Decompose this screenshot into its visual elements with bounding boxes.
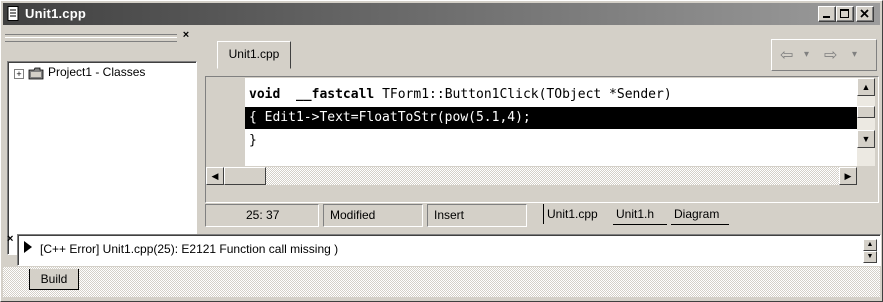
- spin-up-icon[interactable]: ▲: [863, 239, 877, 251]
- message-arrow-icon: [24, 241, 32, 253]
- insert-mode-indicator: Insert: [427, 204, 527, 227]
- maximize-button[interactable]: [836, 6, 854, 22]
- message-list[interactable]: [C++ Error] Unit1.cpp(25): E2121 Functio…: [17, 234, 881, 266]
- tab-unit1-cpp[interactable]: Unit1.cpp: [217, 41, 291, 69]
- cursor-position: 25: 37: [205, 204, 319, 227]
- tab-diagram-view[interactable]: Diagram: [671, 204, 729, 225]
- tab-background: [3, 267, 880, 297]
- scroll-thumb[interactable]: [857, 106, 875, 118]
- window-title: Unit1.cpp: [25, 6, 87, 21]
- tab-unit1-h-view[interactable]: Unit1.h: [613, 204, 667, 225]
- editor-window: Unit1.cpp × + Project1 - Classes Unit1.c…: [0, 0, 883, 302]
- modified-indicator: Modified: [323, 204, 423, 227]
- vertical-scrollbar[interactable]: ▲ ▼: [857, 78, 875, 166]
- back-arrow-icon[interactable]: ⇦: [780, 45, 793, 65]
- spin-down-icon[interactable]: ▼: [863, 251, 877, 263]
- navigation-buttons[interactable]: ⇦ ▾ ⇨ ▾: [771, 39, 877, 71]
- tab-build[interactable]: Build: [29, 269, 79, 290]
- code-line-2: { Edit1->Text=FloatToStr(pow(5.1,4);: [249, 110, 531, 125]
- back-dropdown-icon[interactable]: ▾: [804, 49, 809, 60]
- code-editor: void __fastcall TForm1::Button1Click(TOb…: [205, 76, 879, 203]
- scroll-down-icon[interactable]: ▼: [857, 130, 875, 148]
- message-panel-close-icon[interactable]: ×: [7, 233, 13, 245]
- close-icon: [860, 9, 869, 18]
- minimize-button[interactable]: [818, 6, 836, 22]
- scroll-left-icon[interactable]: ◀: [206, 167, 224, 185]
- forward-arrow-icon[interactable]: ⇨: [824, 45, 837, 65]
- close-button[interactable]: [856, 6, 874, 22]
- maximize-icon: [840, 9, 849, 18]
- tree-node-label[interactable]: Project1 - Classes: [48, 65, 145, 79]
- code-line-1-rest: TForm1::Button1Click(TObject *Sender): [374, 87, 672, 102]
- keyword-void: void: [249, 87, 281, 102]
- code-line-1: void __fastcall TForm1::Button1Click(TOb…: [249, 84, 672, 106]
- error-message[interactable]: [C++ Error] Unit1.cpp(25): E2121 Functio…: [40, 242, 338, 256]
- scroll-right-icon[interactable]: ▶: [839, 167, 857, 185]
- tab-unit1-cpp-view[interactable]: Unit1.cpp: [543, 204, 610, 224]
- panel-grip[interactable]: [5, 34, 177, 42]
- code-line-3: }: [249, 133, 257, 148]
- scroll-up-icon[interactable]: ▲: [857, 78, 875, 96]
- tree-expander[interactable]: +: [14, 69, 24, 79]
- title-bar[interactable]: Unit1.cpp: [3, 3, 880, 25]
- class-explorer-panel: × + Project1 - Classes: [3, 28, 199, 255]
- minimize-icon: [823, 16, 830, 18]
- horizontal-scroll-thumb[interactable]: [224, 167, 266, 185]
- message-panel: × [C++ Error] Unit1.cpp(25): E2121 Funct…: [3, 231, 881, 299]
- code-area[interactable]: void __fastcall TForm1::Button1Click(TOb…: [245, 78, 857, 166]
- message-scroll-spinner[interactable]: ▲ ▼: [863, 239, 877, 263]
- forward-dropdown-icon[interactable]: ▾: [852, 49, 857, 60]
- horizontal-scrollbar[interactable]: ◀ ▶: [206, 167, 857, 185]
- document-icon: [7, 6, 19, 21]
- folder-icon: [28, 67, 44, 80]
- keyword-fastcall: __fastcall: [295, 87, 375, 102]
- class-tree[interactable]: + Project1 - Classes: [7, 61, 197, 255]
- status-bar: 25: 37 Modified Insert Unit1.cpp Unit1.h…: [205, 203, 877, 227]
- panel-close-icon[interactable]: ×: [179, 30, 193, 42]
- editor-tab-strip: Unit1.cpp ⇦ ▾ ⇨ ▾: [205, 31, 877, 71]
